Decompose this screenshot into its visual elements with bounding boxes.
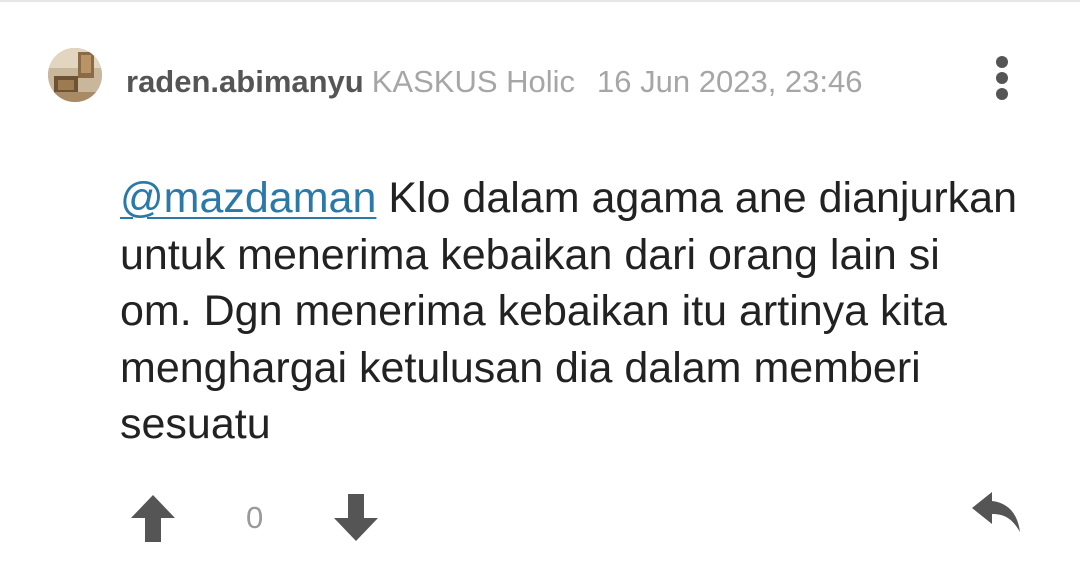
vertical-dots-icon[interactable] [990, 52, 1014, 104]
reply-button[interactable] [970, 488, 1024, 536]
username[interactable]: raden.abimanyu [126, 64, 364, 99]
vote-count: 0 [246, 500, 264, 535]
arrow-up-icon [131, 495, 175, 542]
post-header: raden.abimanyu KASKUS Holic 16 Jun 2023, 2… [48, 48, 1038, 106]
post-action-bar: 0 [0, 480, 1080, 550]
avatar[interactable] [48, 48, 102, 102]
downvote-button[interactable] [331, 492, 381, 544]
user-rank: KASKUS Holic [371, 64, 576, 99]
top-divider [0, 0, 1080, 2]
upvote-button[interactable] [128, 492, 178, 544]
post-content: @mazdaman Klo dalam agama ane dianjurkan… [120, 170, 1020, 453]
post-timestamp: 16 Jun 2023, 23:46 [597, 64, 863, 99]
reply-icon [972, 492, 1020, 532]
post-meta: raden.abimanyu KASKUS Holic 16 Jun 2023, 2… [126, 62, 863, 102]
avatar-image [48, 48, 102, 102]
mention-link[interactable]: @mazdaman [120, 174, 376, 222]
arrow-down-icon [334, 494, 378, 541]
